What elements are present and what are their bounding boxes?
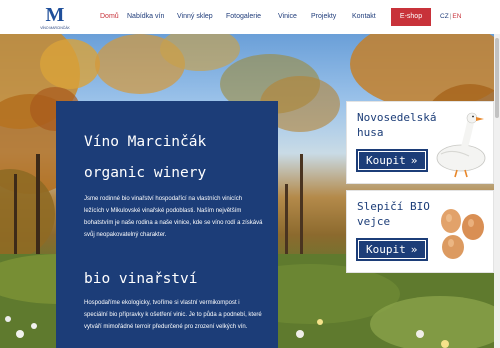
product-card-eggs: Slepičí BIO vejce Koupit » bbox=[346, 190, 494, 273]
lang-cz-link[interactable]: CZ bbox=[440, 13, 449, 20]
bio-paragraph: Hospodaříme ekologicky, tvoříme si vlast… bbox=[84, 300, 262, 330]
product-card-goose: Novosedelská husa Koupit » bbox=[346, 101, 494, 184]
intro-title: Víno Marcinčák bbox=[84, 134, 207, 150]
scrollbar-thumb[interactable] bbox=[495, 38, 499, 118]
goose-icon bbox=[433, 108, 489, 183]
intro-paragraph: Jsme rodinné bio vinařství hospodařící n… bbox=[84, 196, 263, 238]
language-switcher: CZ|EN bbox=[440, 13, 461, 21]
site-header: M VÍNO MARCINČÁK Domů Nabídka vín Vinný … bbox=[0, 0, 500, 34]
nav-item-fotogalerie[interactable]: Fotogalerie bbox=[226, 13, 261, 21]
nav-item-projekty[interactable]: Projekty bbox=[311, 13, 336, 21]
nav-item-domu[interactable]: Domů bbox=[100, 13, 119, 21]
intro-panel: Víno Marcinčák organic winery Jsme rodin… bbox=[56, 101, 278, 348]
lang-en-link[interactable]: EN bbox=[452, 13, 461, 20]
eggs-icon bbox=[431, 203, 489, 268]
chevron-right-icon: » bbox=[410, 154, 418, 167]
buy-eggs-button[interactable]: Koupit » bbox=[356, 238, 428, 261]
nav-item-vinny-sklep[interactable]: Vinný sklep bbox=[177, 13, 213, 21]
logo-tagline: VÍNO MARCINČÁK bbox=[40, 25, 70, 30]
buy-goose-button[interactable]: Koupit » bbox=[356, 149, 428, 172]
nav-item-kontakt[interactable]: Kontakt bbox=[352, 13, 376, 21]
product-title-goose: Novosedelská husa bbox=[357, 111, 437, 139]
page-scrollbar[interactable] bbox=[494, 34, 500, 348]
buy-button-label: Koupit bbox=[366, 243, 406, 256]
product-title-eggs: Slepičí BIO vejce bbox=[357, 200, 430, 228]
buy-button-label: Koupit bbox=[366, 154, 406, 167]
intro-subtitle: organic winery bbox=[84, 165, 207, 181]
nav-item-nabidka-vin[interactable]: Nabídka vín bbox=[127, 13, 164, 21]
site-logo[interactable]: M VÍNO MARCINČÁK bbox=[36, 2, 74, 32]
bio-title: bio vinařství bbox=[84, 271, 198, 287]
eshop-button[interactable]: E-shop bbox=[391, 8, 431, 26]
logo-letter: M bbox=[46, 4, 65, 26]
nav-item-vinice[interactable]: Vinice bbox=[278, 13, 297, 21]
chevron-right-icon: » bbox=[410, 243, 418, 256]
